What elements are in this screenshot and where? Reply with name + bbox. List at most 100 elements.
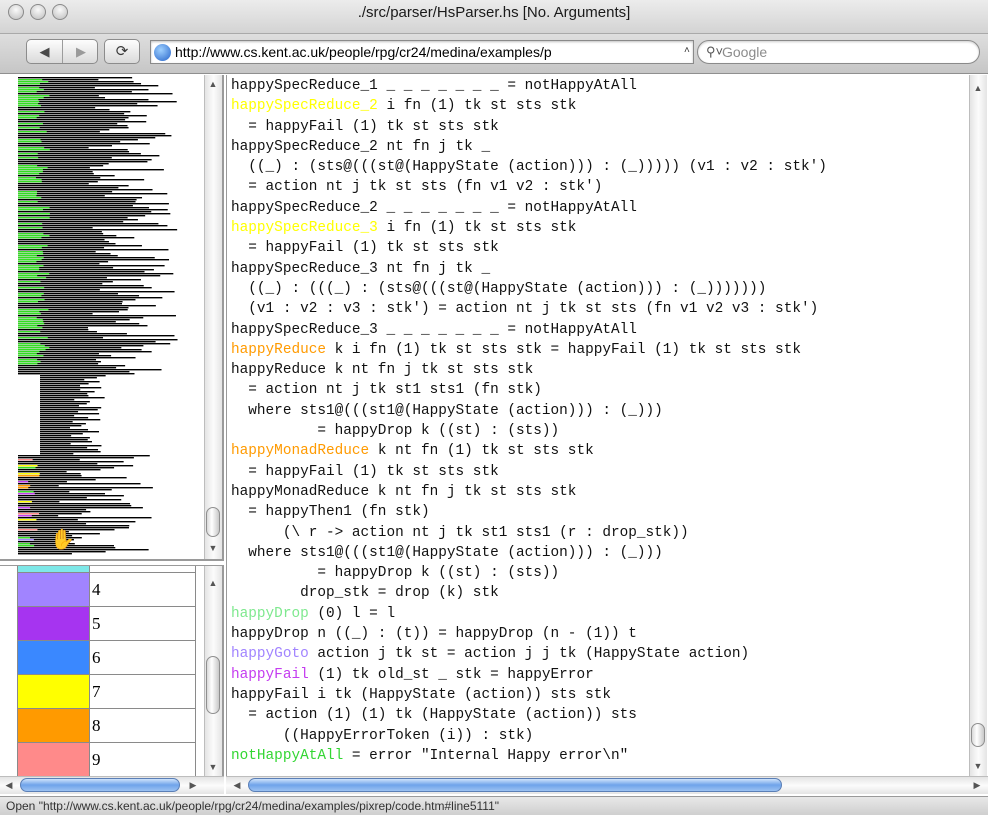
pixmap-line — [18, 205, 133, 207]
code-text: (0) l = l — [308, 605, 396, 622]
pixmap-highlight — [18, 149, 50, 151]
code-text: = action (1) (1) tk (HappyState (action)… — [231, 707, 637, 724]
scroll-up-arrow-icon[interactable]: ▲ — [205, 576, 221, 590]
highlighted-identifier[interactable]: happySpecReduce_2 — [231, 98, 378, 114]
pixmap-highlight — [18, 299, 45, 301]
code-line: where sts1@(((st1@(HappyState (action)))… — [231, 401, 827, 421]
code-scroll-thumb[interactable] — [971, 723, 985, 747]
scroll-right-arrow-icon[interactable]: ▶ — [970, 778, 984, 792]
highlighted-identifier[interactable]: happyGoto — [231, 646, 309, 662]
pixmap-line — [18, 193, 168, 195]
highlighted-identifier[interactable]: happyReduce — [231, 342, 326, 358]
legend-row: 5 — [17, 606, 196, 641]
pixmap-highlight — [18, 501, 32, 503]
pixmap-line — [40, 419, 101, 421]
code-text: where sts1@(((st1@(HappyState (action)))… — [231, 544, 663, 561]
pixmap-line — [18, 187, 119, 189]
pixmap-line — [18, 305, 156, 307]
code-hscroll-thumb[interactable] — [248, 778, 782, 792]
search-icon[interactable]: ⚲˅ — [706, 44, 723, 60]
address-field[interactable]: http://www.cs.kent.ac.uk/people/rpg/cr24… — [150, 40, 694, 64]
legend-scroll-thumb[interactable] — [206, 656, 220, 714]
pixmap-highlight — [18, 295, 42, 297]
forward-arrow-icon: ▶ — [76, 44, 86, 59]
pixmap-highlight — [18, 171, 43, 173]
pixmap-line — [18, 239, 105, 241]
back-arrow-icon: ◀ — [39, 44, 50, 59]
pixmap-highlight — [18, 519, 37, 521]
code-horizontal-scrollbar[interactable]: ◀ ▶ — [226, 776, 988, 794]
pixmap-highlight — [18, 87, 40, 89]
pixmap-highlight — [18, 83, 40, 85]
pixmap-line — [40, 391, 95, 393]
pixmap-line — [18, 229, 178, 231]
reload-icon: ⟳ — [115, 43, 129, 60]
highlighted-identifier[interactable]: happyFail — [231, 667, 309, 683]
scroll-up-arrow-icon[interactable]: ▲ — [970, 81, 986, 95]
scroll-left-arrow-icon[interactable]: ◀ — [2, 778, 16, 792]
scroll-down-arrow-icon[interactable]: ▼ — [205, 760, 221, 774]
highlighted-identifier[interactable]: happyDrop — [231, 606, 309, 622]
globe-icon — [154, 44, 171, 61]
pixmap-line — [18, 263, 100, 265]
code-line: ((HappyErrorToken (i)) : stk) — [231, 726, 827, 746]
code-line: = action nt j tk st sts (fn v1 v2 : stk'… — [231, 177, 827, 197]
pixmap-line — [18, 143, 150, 145]
legend-hscroll-thumb[interactable] — [20, 778, 180, 792]
pixmap-line — [18, 523, 87, 525]
code-line: happyFail (1) tk old_st _ stk = happyErr… — [231, 665, 827, 685]
code-pixmap[interactable] — [0, 75, 204, 559]
legend-vertical-scrollbar[interactable]: ▲ ▼ — [204, 566, 222, 776]
back-button[interactable]: ◀ — [27, 40, 63, 63]
scroll-right-arrow-icon[interactable]: ▶ — [186, 778, 200, 792]
pixmap-line — [18, 343, 171, 345]
pixmap-line — [18, 479, 96, 481]
pixmap-highlight — [18, 321, 44, 323]
scroll-down-arrow-icon[interactable]: ▼ — [205, 541, 221, 555]
scroll-down-arrow-icon[interactable]: ▼ — [970, 759, 986, 773]
legend-swatch — [17, 572, 90, 607]
legend-swatch — [17, 640, 90, 675]
pixmap-line — [18, 553, 72, 555]
legend-horizontal-scrollbar[interactable]: ◀ ▶ — [0, 776, 224, 794]
pixmap-highlight — [18, 465, 38, 467]
search-field[interactable]: ⚲˅ Google — [697, 40, 980, 64]
pixmap-highlight — [18, 101, 40, 103]
pixmap-vertical-scrollbar[interactable]: ▲ ▼ — [204, 75, 222, 559]
scroll-left-arrow-icon[interactable]: ◀ — [230, 778, 244, 792]
pixmap-line — [40, 377, 97, 379]
code-vertical-scrollbar[interactable]: ▲ ▼ — [969, 75, 987, 776]
code-line: happySpecReduce_3 i fn (1) tk st sts stk — [231, 218, 827, 238]
pixmap-line — [18, 341, 156, 343]
legend-row: 8 — [17, 708, 196, 743]
pixmap-line — [18, 77, 133, 79]
pixmap-highlight — [18, 491, 34, 493]
pixmap-line — [40, 397, 105, 399]
address-menu-icon[interactable]: ˄ — [684, 45, 690, 56]
pixmap-line — [18, 211, 152, 213]
pixmap-line — [18, 497, 87, 499]
pixmap-highlight — [18, 165, 38, 167]
pixmap-highlight — [18, 245, 48, 247]
highlighted-identifier[interactable]: happySpecReduce_3 — [231, 220, 378, 236]
code-line: = happyFail (1) tk st sts stk — [231, 117, 827, 137]
forward-button[interactable]: ▶ — [63, 40, 99, 63]
code-line: happySpecReduce_3 _ _ _ _ _ _ _ = notHap… — [231, 320, 827, 340]
pixmap-line — [18, 371, 130, 373]
address-text[interactable]: http://www.cs.kent.ac.uk/people/rpg/cr24… — [175, 44, 552, 60]
pixmap-highlight — [18, 259, 42, 261]
legend-label: 8 — [89, 708, 196, 743]
reload-button[interactable]: ⟳ — [104, 39, 140, 64]
pixmap-line — [18, 243, 116, 245]
highlighted-identifier[interactable]: happyMonadReduce — [231, 443, 369, 459]
pixmap-line — [40, 447, 88, 449]
pixmap-scroll-thumb[interactable] — [206, 507, 220, 537]
legend-frame: 456789 ▲ ▼ — [0, 565, 224, 776]
code-text: ((_) : (((_) : (sts@(((st@(HappyState (a… — [231, 280, 767, 297]
highlighted-identifier[interactable]: notHappyAtAll — [231, 748, 343, 764]
legend-label: 7 — [89, 674, 196, 709]
code-text: = happyDrop k ((st) : (sts)) — [231, 423, 560, 440]
pixmap-line — [18, 215, 146, 217]
pixmap-highlight — [18, 487, 29, 489]
scroll-up-arrow-icon[interactable]: ▲ — [205, 77, 221, 91]
